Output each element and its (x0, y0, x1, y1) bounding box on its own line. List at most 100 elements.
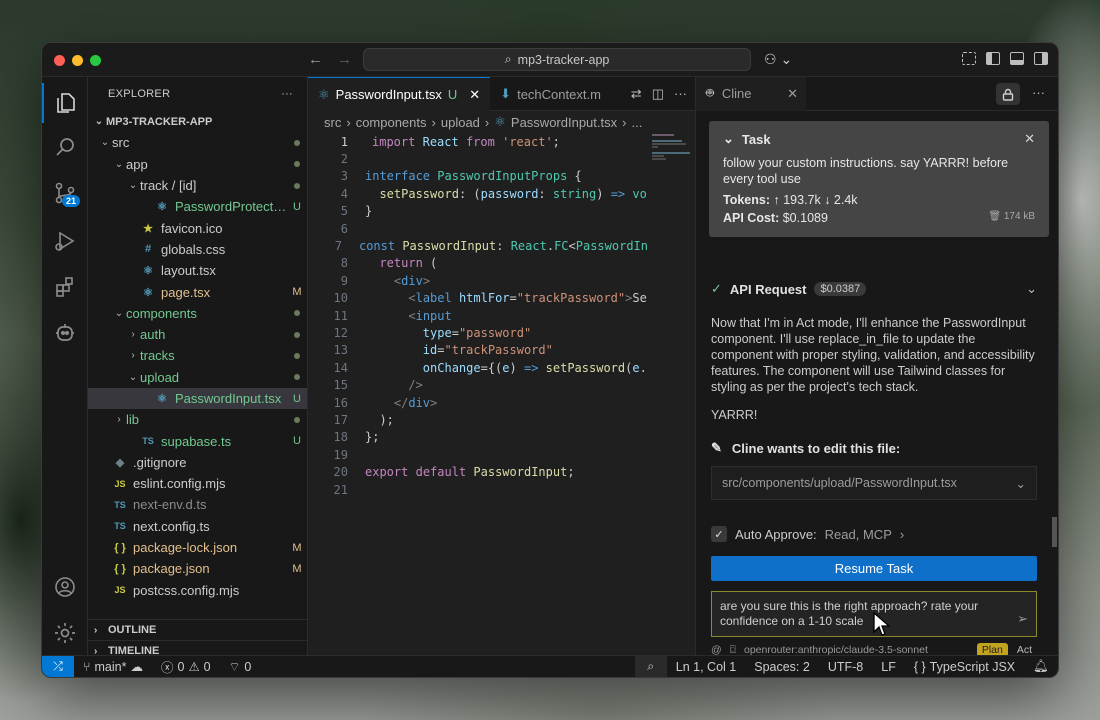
breadcrumb-more[interactable]: ... (631, 115, 642, 130)
tab-tech-context[interactable]: ⬇ techContext.m (490, 77, 602, 111)
minimap[interactable] (648, 133, 695, 633)
mouse-pointer-icon (873, 612, 891, 636)
back-arrow-icon[interactable]: ← (308, 51, 323, 68)
search-icon[interactable] (42, 127, 88, 167)
split-editor-icon[interactable]: ◫ (652, 86, 664, 102)
tree-item[interactable]: # globals.css (88, 239, 307, 260)
tree-item[interactable]: JS postcss.config.mjs (88, 580, 307, 601)
breadcrumb-src[interactable]: src (324, 115, 341, 130)
tree-item[interactable]: TS next-env.d.ts (88, 494, 307, 515)
breadcrumb-file[interactable]: PasswordInput.tsx (511, 115, 617, 130)
maximize-window-button[interactable] (90, 55, 101, 66)
settings-gear-icon[interactable] (42, 613, 88, 653)
lock-icon[interactable] (996, 83, 1020, 105)
tree-item[interactable]: › lib (88, 409, 307, 430)
chevron-down-icon: ⌄ (114, 307, 124, 319)
zoom-icon[interactable]: ⌕ (634, 655, 667, 677)
tree-item[interactable]: ⚛ layout.tsx (88, 260, 307, 281)
tree-item[interactable]: TS next.config.ts (88, 516, 307, 537)
auto-approve-row[interactable]: ✓ Auto Approve: Read, MCP › (711, 526, 1037, 542)
code-line: 17 ); (333, 412, 394, 427)
tree-item-label: components (126, 305, 197, 321)
edit-file-dropdown[interactable]: src/components/upload/PasswordInput.tsx … (711, 466, 1037, 500)
tree-item[interactable]: { } package-lock.json M (88, 537, 307, 558)
tree-item[interactable]: JS eslint.config.mjs (88, 473, 307, 494)
chevron-right-icon: › (131, 350, 135, 362)
toggle-primary-sidebar-icon[interactable] (986, 52, 1000, 65)
file-type-icon: TS (142, 436, 154, 447)
tree-item[interactable]: ⌄ src (88, 132, 307, 153)
code-editor[interactable]: 1 import React from 'react'; 2 3 interface… (308, 133, 648, 633)
chevron-down-icon: ⌄ (100, 137, 110, 149)
modified-dot-icon (294, 182, 300, 189)
tree-item[interactable]: ⚛ PasswordInput.tsx U (88, 387, 307, 410)
assistant-message: Now that I'm in Act mode, I'll enhance t… (711, 316, 1035, 394)
tree-item[interactable]: ⌄ upload (88, 367, 307, 388)
explorer-icon[interactable] (42, 83, 88, 123)
toggle-secondary-sidebar-icon[interactable] (1034, 52, 1048, 65)
tree-item[interactable]: › tracks (88, 345, 307, 366)
close-window-button[interactable] (54, 55, 65, 66)
cline-tab[interactable]: 🤖︎ Cline ✕ (696, 76, 806, 111)
git-status-badge (287, 371, 307, 383)
close-tab-icon[interactable]: ✕ (787, 86, 798, 102)
account-icon[interactable] (42, 567, 88, 607)
compare-changes-icon[interactable]: ⇄ (631, 86, 642, 102)
end-of-line[interactable]: LF (872, 660, 905, 674)
panel-scrollbar[interactable] (1052, 517, 1057, 547)
run-debug-icon[interactable] (42, 221, 88, 261)
cursor-position[interactable]: Ln 1, Col 1 (667, 660, 745, 674)
minimize-window-button[interactable] (72, 55, 83, 66)
window-controls (54, 55, 101, 66)
tree-item[interactable]: ◆ .gitignore (88, 452, 307, 473)
tree-item[interactable]: ⌄ components (88, 303, 307, 324)
tree-item[interactable]: ★ favicon.ico (88, 217, 307, 238)
auto-approve-checkbox[interactable]: ✓ (711, 526, 727, 542)
notifications-bell-icon[interactable]: 🔔︎ (1024, 659, 1058, 674)
tree-item[interactable]: ⌄ app (88, 154, 307, 175)
tree-item[interactable]: ⚛ page.tsx M (88, 281, 307, 302)
tree-item[interactable]: › auth (88, 324, 307, 345)
api-request-row[interactable]: ✓ API Request $0.0387 ⌄ (711, 277, 1037, 301)
code-line: 5} (340, 204, 373, 219)
source-control-icon[interactable]: 21 (42, 173, 88, 213)
forward-arrow-icon[interactable]: → (337, 51, 352, 68)
task-header[interactable]: ⌄ Task ✕ (723, 131, 1035, 147)
problems-indicator[interactable]: ⓧ 0 ⚠ 0 (152, 657, 220, 676)
breadcrumb-upload[interactable]: upload (441, 115, 480, 130)
indentation[interactable]: Spaces: 2 (745, 660, 819, 674)
tab-password-input[interactable]: ⚛ PasswordInput.tsx U ✕ (308, 77, 491, 111)
remote-indicator-icon[interactable]: ⤮ (42, 655, 74, 677)
explorer-header: EXPLORER ··· (88, 77, 307, 111)
cline-robot-icon[interactable] (42, 313, 88, 353)
code-line: 4 setPassword: (password: string) => vo (340, 186, 647, 201)
chat-messages: ✓ API Request $0.0387 ⌄ Now that I'm in … (696, 277, 1051, 657)
trash-icon[interactable]: 🗑︎ (988, 211, 1001, 222)
toggle-panel-icon[interactable] (1010, 52, 1024, 65)
encoding[interactable]: UTF-8 (819, 660, 872, 674)
customize-layout-icon[interactable] (962, 52, 976, 65)
branch-indicator[interactable]: ⑂ main* ☁︎ (74, 659, 152, 675)
git-status-badge: U (293, 200, 301, 213)
file-type-icon: ⚛ (157, 393, 167, 405)
resume-task-button[interactable]: Resume Task (711, 556, 1037, 581)
close-task-icon[interactable]: ✕ (1024, 131, 1035, 147)
tree-item[interactable]: TS supabase.ts U (88, 430, 307, 451)
project-folder-header[interactable]: ⌄ MP3-TRACKER-APP (88, 111, 307, 132)
auto-approve-value: Read, MCP (824, 526, 892, 542)
extensions-icon[interactable] (42, 267, 88, 307)
more-actions-icon[interactable]: ··· (1032, 85, 1045, 100)
more-actions-icon[interactable]: ··· (281, 88, 293, 100)
outline-section[interactable]: › OUTLINE (88, 619, 307, 640)
tree-item[interactable]: ⚛ PasswordProtection.... U (88, 196, 307, 217)
copilot-icon[interactable]: ⚇ ⌄ (764, 51, 792, 68)
send-icon[interactable]: ➢ (1017, 611, 1028, 626)
ports-indicator[interactable]: ⌔ 0 (220, 659, 261, 675)
command-center-search[interactable]: ⌕ mp3-tracker-app (363, 48, 751, 71)
more-actions-icon[interactable]: ··· (674, 86, 687, 102)
tree-item[interactable]: { } package.json M (88, 558, 307, 579)
breadcrumb-components[interactable]: components (356, 115, 427, 130)
language-mode[interactable]: { } TypeScript JSX (905, 660, 1024, 674)
tree-item[interactable]: ⌄ track / [id] (88, 175, 307, 196)
close-tab-icon[interactable]: ✕ (469, 87, 480, 103)
